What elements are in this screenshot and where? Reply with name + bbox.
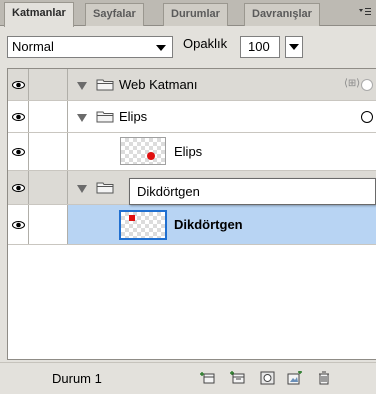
chevron-down-icon [289, 44, 299, 50]
layers-panel: Katmanlar Sayfalar Durumlar Davranışlar … [0, 0, 376, 394]
layer-row-web-katmani[interactable]: Web Katmanı ⟨⊞⟩ [8, 69, 376, 101]
layer-row-elips-folder[interactable]: Elips [8, 101, 376, 133]
layer-thumbnail [120, 137, 166, 165]
new-layer-icon[interactable] [230, 371, 246, 385]
layer-row-dikdortgen-object[interactable]: Dikdörtgen [8, 205, 376, 245]
lock-cell[interactable] [29, 133, 68, 170]
folder-icon [96, 79, 114, 91]
layer-name: Elips [174, 144, 203, 159]
expand-arrow-icon[interactable] [77, 82, 87, 90]
layer-thumbnail [119, 210, 167, 240]
move-icon: ⟨⊞⟩ [344, 78, 361, 89]
eye-icon[interactable] [12, 221, 25, 229]
visibility-cell [8, 133, 29, 170]
panel-tab-bar: Katmanlar Sayfalar Durumlar Davranışlar [0, 0, 376, 27]
layer-list: Web Katmanı ⟨⊞⟩ Elips Elips Dikdörtgen [7, 68, 376, 360]
trash-icon[interactable] [316, 371, 332, 385]
tab-sayfalar[interactable]: Sayfalar [85, 3, 144, 26]
lock-cell[interactable] [29, 171, 68, 204]
opacity-dropdown-button[interactable] [285, 36, 303, 58]
tab-durumlar[interactable]: Durumlar [163, 3, 228, 26]
tab-davranislar[interactable]: Davranışlar [244, 3, 320, 26]
layer-rename-input[interactable]: Dikdörtgen [129, 178, 376, 205]
lock-cell[interactable] [29, 101, 68, 132]
new-sublayer-icon[interactable] [200, 371, 216, 385]
layer-name: Elips [119, 109, 148, 124]
rectangle-shape-icon [129, 215, 135, 221]
visibility-cell [8, 101, 29, 132]
layer-target-icon[interactable] [361, 111, 373, 123]
layers-toolbar: Normal Opaklık 100 [0, 27, 376, 65]
expand-arrow-icon[interactable] [77, 185, 87, 193]
layer-name: Dikdörtgen [174, 217, 243, 232]
chevron-down-icon [156, 45, 166, 51]
visibility-cell [8, 171, 29, 204]
opacity-label: Opaklık [183, 36, 228, 51]
ellipse-shape-icon [147, 152, 155, 160]
eye-icon[interactable] [12, 113, 25, 121]
lock-cell[interactable] [29, 205, 68, 244]
layers-status-bar: Durum 1 [0, 362, 376, 394]
expand-arrow-icon[interactable] [77, 114, 87, 122]
eye-icon[interactable] [12, 184, 25, 192]
new-duplicate-bitmap-icon[interactable] [287, 371, 303, 385]
eye-icon[interactable] [12, 148, 25, 156]
add-mask-icon[interactable] [260, 371, 276, 385]
lock-cell[interactable] [29, 69, 68, 100]
folder-icon [96, 111, 114, 123]
current-state-label: Durum 1 [52, 371, 102, 386]
opacity-input[interactable]: 100 [240, 36, 280, 58]
layer-name: Web Katmanı [119, 77, 198, 92]
visibility-cell [8, 69, 29, 100]
visibility-cell [8, 205, 29, 244]
eye-icon[interactable] [12, 81, 25, 89]
panel-menu-icon[interactable] [358, 6, 372, 18]
blend-mode-select[interactable]: Normal [7, 36, 173, 58]
layer-row-elips-object[interactable]: Elips [8, 133, 376, 171]
layer-target-icon[interactable] [361, 79, 373, 91]
tab-katmanlar[interactable]: Katmanlar [4, 2, 74, 27]
folder-icon [96, 182, 114, 194]
blend-mode-value: Normal [12, 39, 54, 54]
